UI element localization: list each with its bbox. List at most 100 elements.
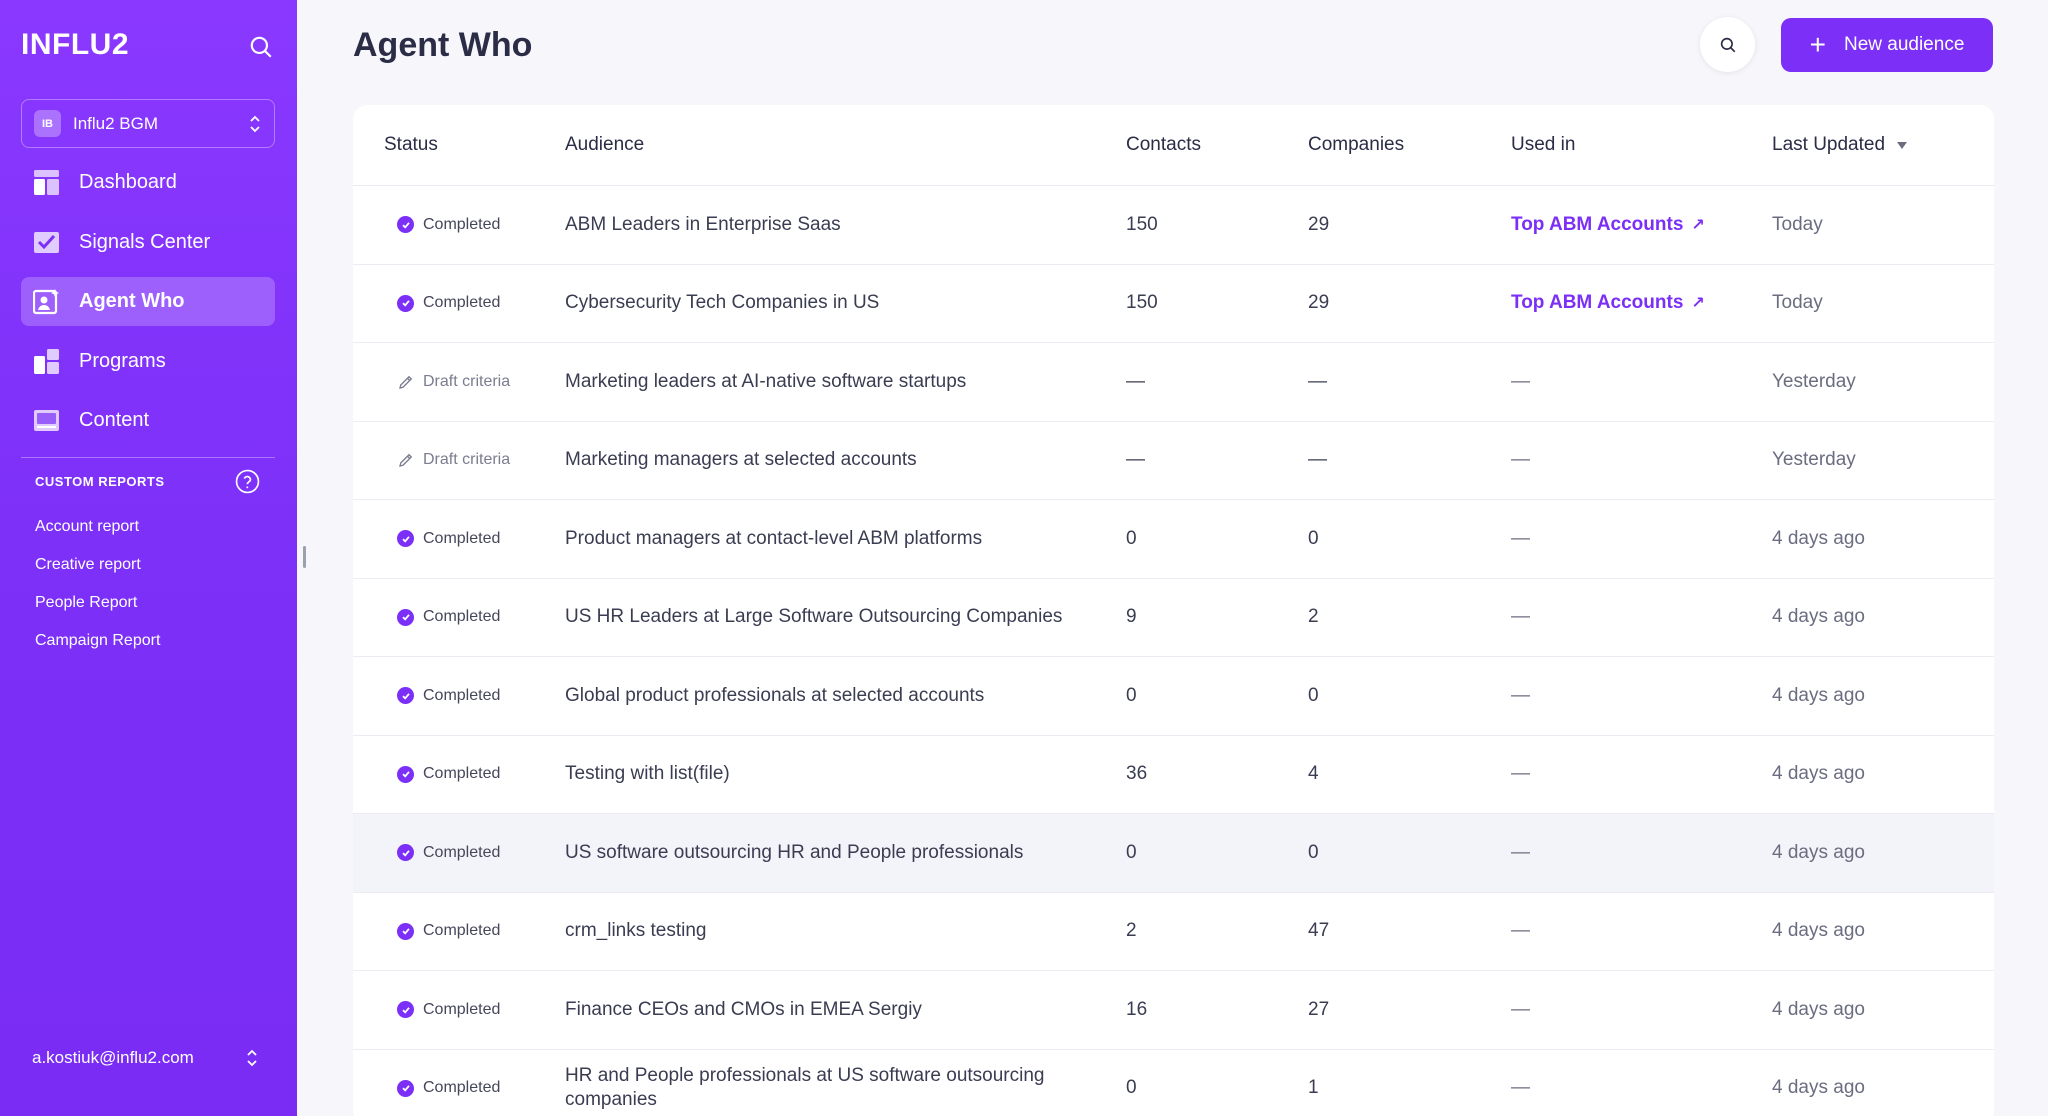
status-cell: Draft criteria [353, 373, 565, 391]
status-cell: Draft criteria [353, 451, 565, 469]
sidebar-resize-handle[interactable] [303, 546, 306, 568]
used-in-value: — [1511, 1077, 1530, 1099]
sidebar-item-agent-who[interactable]: Agent Who [21, 277, 275, 326]
used-in-value: — [1511, 449, 1530, 471]
status-label: Draft criteria [423, 451, 511, 469]
contacts-value: — [1126, 370, 1145, 392]
external-arrow-icon: ↗ [1691, 216, 1705, 234]
report-link-account[interactable]: Account report [35, 516, 160, 554]
status-label: Completed [423, 1079, 501, 1097]
audience-name[interactable]: crm_links testing [565, 919, 1126, 943]
report-link-people[interactable]: People Report [35, 592, 160, 630]
status-cell: Completed [353, 216, 565, 234]
last-updated-value: Yesterday [1772, 449, 1856, 471]
report-link-campaign[interactable]: Campaign Report [35, 630, 160, 668]
status-label: Completed [423, 843, 501, 861]
column-header-contacts[interactable]: Contacts [1126, 134, 1308, 156]
sidebar-item-dashboard[interactable]: Dashboard [21, 158, 275, 207]
table-row[interactable]: Completed Finance CEOs and CMOs in EMEA … [353, 971, 1994, 1050]
contacts-value: 0 [1126, 1077, 1137, 1099]
table-row[interactable]: Completed Global product professionals a… [353, 657, 1994, 736]
table-row[interactable]: Completed US software outsourcing HR and… [353, 814, 1994, 893]
status-cell: Completed [353, 294, 565, 312]
sidebar: INFLU2 IB Influ2 BGM Dashboard Signals C… [0, 0, 297, 1116]
status-cell: Completed [353, 1001, 565, 1019]
used-in-cell: Top ABM Accounts ↗ [1511, 214, 1772, 236]
check-circle-icon [397, 608, 414, 626]
used-in-value: — [1511, 763, 1530, 785]
used-in-label: Top ABM Accounts [1511, 213, 1684, 235]
audience-name[interactable]: HR and People professionals at US softwa… [565, 1064, 1126, 1112]
audience-name[interactable]: Finance CEOs and CMOs in EMEA Sergiy [565, 998, 1126, 1022]
contacts-value: 0 [1126, 527, 1137, 549]
audience-name[interactable]: ABM Leaders in Enterprise Saas [565, 213, 1126, 237]
used-in-link[interactable]: Top ABM Accounts ↗ [1511, 292, 1705, 314]
sidebar-item-programs[interactable]: Programs [21, 337, 275, 386]
table-row[interactable]: Draft criteria Marketing leaders at AI-n… [353, 343, 1994, 422]
last-updated-value: 4 days ago [1772, 998, 1865, 1020]
audiences-table: Status Audience Contacts Companies Used … [353, 105, 1994, 1116]
search-icon[interactable] [248, 34, 274, 60]
sidebar-item-label: Content [79, 409, 150, 431]
used-in-cell: — [1511, 1077, 1772, 1099]
column-header-companies[interactable]: Companies [1308, 134, 1511, 156]
audience-name[interactable]: Marketing leaders at AI-native software … [565, 370, 1126, 394]
agent-who-icon [33, 289, 59, 315]
last-updated-value: 4 days ago [1772, 527, 1865, 549]
last-updated-value: Today [1772, 292, 1823, 314]
audience-name[interactable]: Product managers at contact-level ABM pl… [565, 527, 1126, 551]
audience-name[interactable]: Testing with list(file) [565, 762, 1126, 786]
audience-name[interactable]: US HR Leaders at Large Software Outsourc… [565, 605, 1126, 629]
audience-name[interactable]: Global product professionals at selected… [565, 684, 1126, 708]
check-circle-icon [397, 216, 414, 234]
contacts-value: 2 [1126, 920, 1137, 942]
help-icon[interactable] [235, 469, 260, 494]
table-row[interactable]: Completed US HR Leaders at Large Softwar… [353, 579, 1994, 657]
table-row[interactable]: Draft criteria Marketing managers at sel… [353, 422, 1994, 500]
table-row[interactable]: Completed crm_links testing 2 47 — 4 day… [353, 893, 1994, 971]
status-cell: Completed [353, 530, 565, 548]
used-in-link[interactable]: Top ABM Accounts ↗ [1511, 214, 1705, 236]
companies-value: 0 [1308, 527, 1319, 549]
status-label: Completed [423, 765, 501, 783]
audience-name[interactable]: US software outsourcing HR and People pr… [565, 841, 1126, 865]
companies-value: — [1308, 370, 1327, 392]
companies-value: 0 [1308, 841, 1319, 863]
chevron-up-down-icon [250, 115, 260, 132]
check-circle-icon [397, 1079, 414, 1097]
contacts-value: 16 [1126, 998, 1148, 1020]
audience-name[interactable]: Cybersecurity Tech Companies in US [565, 291, 1126, 315]
sidebar-item-signals-center[interactable]: Signals Center [21, 218, 275, 267]
chevron-up-down-icon[interactable] [245, 1048, 259, 1068]
new-audience-button[interactable]: + New audience [1781, 18, 1993, 72]
table-row[interactable]: Completed Testing with list(file) 36 4 —… [353, 736, 1994, 814]
table-row[interactable]: Completed ABM Leaders in Enterprise Saas… [353, 186, 1994, 265]
column-header-last-updated[interactable]: Last Updated [1772, 134, 1994, 156]
report-link-creative[interactable]: Creative report [35, 554, 160, 592]
sidebar-divider [21, 457, 275, 458]
column-header-status[interactable]: Status [353, 134, 565, 156]
last-updated-value: 4 days ago [1772, 763, 1865, 785]
column-header-used-in[interactable]: Used in [1511, 134, 1772, 156]
workspace-badge: IB [34, 110, 61, 137]
companies-value: 47 [1308, 920, 1330, 942]
used-in-label: Top ABM Accounts [1511, 292, 1684, 314]
used-in-cell: — [1511, 371, 1772, 393]
table-row[interactable]: Completed Cybersecurity Tech Companies i… [353, 265, 1994, 343]
sidebar-item-content[interactable]: Content [21, 396, 275, 445]
new-audience-label: New audience [1843, 34, 1965, 55]
sidebar-item-label: Dashboard [79, 171, 177, 193]
status-cell: Completed [353, 1079, 565, 1097]
search-button[interactable] [1700, 17, 1755, 72]
sort-down-icon[interactable] [1897, 141, 1908, 149]
user-email[interactable]: a.kostiuk@influ2.com [32, 1048, 194, 1068]
last-updated-value: 4 days ago [1772, 1077, 1865, 1099]
table-row[interactable]: Completed Product managers at contact-le… [353, 500, 1994, 579]
audience-name[interactable]: Marketing managers at selected accounts [565, 448, 1126, 472]
used-in-cell: — [1511, 606, 1772, 628]
last-updated-value: 4 days ago [1772, 841, 1865, 863]
column-header-audience[interactable]: Audience [565, 133, 1126, 157]
custom-reports-title: CUSTOM REPORTS [35, 474, 165, 489]
table-row[interactable]: Completed HR and People professionals at… [353, 1050, 1994, 1116]
workspace-selector[interactable]: IB Influ2 BGM [21, 99, 275, 148]
